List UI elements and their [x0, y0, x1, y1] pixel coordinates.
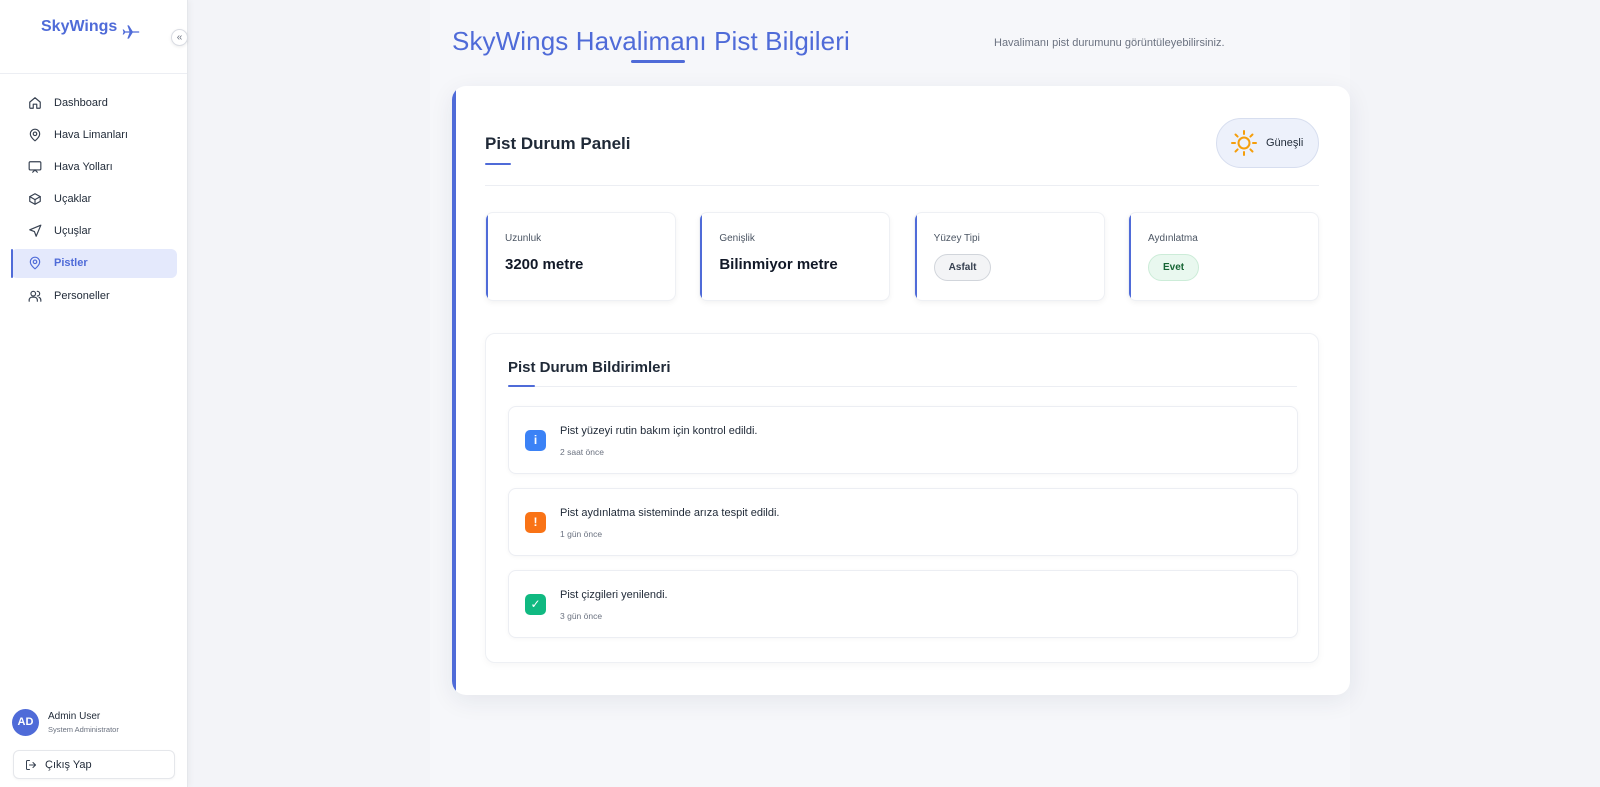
notification-time: 3 gün önce	[560, 611, 603, 621]
stats-row: Uzunluk 3200 metre Genişlik Bilinmiyor m…	[485, 212, 1319, 302]
plane-icon	[122, 25, 140, 39]
notification-text: Pist aydınlatma sisteminde arıza tespit …	[560, 507, 780, 519]
sidebar-item-label: Uçaklar	[54, 193, 92, 206]
collapse-sidebar-button[interactable]: «	[171, 29, 188, 46]
sidebar-item-label: Pistler	[54, 257, 88, 270]
title-underline	[631, 60, 685, 63]
notifications-title: Pist Durum Bildirimleri	[508, 359, 671, 376]
runway-status-card: Pist Durum Paneli Güneşli Uzunluk 3200 m…	[452, 86, 1350, 695]
card-accent-bar	[452, 86, 456, 695]
weather-badge: Güneşli	[1216, 118, 1319, 168]
surface-type-pill: Asfalt	[933, 254, 992, 281]
user-name: Admin User	[48, 711, 101, 722]
divider	[508, 386, 1297, 387]
sidebar-item-hava-limanlari[interactable]: Hava Limanları	[11, 120, 177, 149]
brand: SkyWings «	[0, 0, 188, 74]
sidebar-item-label: Hava Yolları	[54, 160, 113, 173]
notification-item[interactable]: ! Pist aydınlatma sisteminde arıza tespi…	[508, 488, 1298, 556]
page-subtitle: Havalimanı pist durumunu görüntüleyebili…	[994, 37, 1225, 49]
stat-label: Genişlik	[719, 233, 755, 244]
home-icon	[29, 96, 41, 109]
sidebar-item-label: Uçuşlar	[54, 225, 92, 238]
check-icon: ✓	[525, 594, 546, 615]
logout-icon	[26, 759, 36, 770]
monitor-icon	[28, 161, 42, 173]
panel-title-underline	[485, 163, 511, 165]
panel-title: Pist Durum Paneli	[485, 134, 631, 153]
send-icon	[29, 224, 42, 238]
sidebar-item-label: Personeller	[54, 289, 110, 302]
lighting-status-pill: Evet	[1147, 254, 1200, 281]
info-icon: i	[525, 430, 546, 451]
notification-item[interactable]: ✓ Pist çizgileri yenilendi. 3 gün önce	[508, 570, 1298, 638]
stat-value: 3200 metre	[505, 256, 584, 273]
sidebar-item-ucuslar[interactable]: Uçuşlar	[11, 217, 177, 246]
avatar: AD	[12, 709, 39, 736]
sidebar-nav: Dashboard Hava Limanları Hava Yolları Uç…	[11, 88, 177, 313]
sidebar-item-label: Dashboard	[54, 96, 108, 109]
sidebar-item-dashboard[interactable]: Dashboard	[11, 88, 177, 117]
map-pin-icon	[29, 257, 41, 270]
box-icon	[29, 193, 41, 205]
sun-icon	[1231, 130, 1257, 156]
warning-icon: !	[525, 512, 546, 533]
sidebar-item-hava-yollari[interactable]: Hava Yolları	[11, 152, 177, 181]
notification-text: Pist çizgileri yenilendi.	[560, 589, 668, 601]
sidebar-item-pistler[interactable]: Pistler	[11, 248, 177, 278]
divider	[485, 185, 1319, 186]
stat-label: Yüzey Tipi	[933, 233, 980, 244]
brand-logo-text[interactable]: SkyWings	[41, 18, 117, 36]
page-title: SkyWings Havalimanı Pist Bilgileri	[452, 26, 850, 56]
notifications-title-underline	[508, 385, 535, 387]
user-profile[interactable]: AD Admin User System Administrator	[12, 708, 178, 738]
stat-card-lighting: Aydınlatma Evet	[1127, 212, 1319, 301]
notifications-panel: Pist Durum Bildirimleri i Pist yüzeyi ru…	[485, 333, 1319, 663]
stat-label: Aydınlatma	[1147, 233, 1198, 244]
sidebar-item-personeller[interactable]: Personeller	[11, 281, 177, 310]
sidebar: SkyWings « Dashboard Hava Limanları Hava…	[0, 0, 188, 787]
notification-time: 2 saat önce	[560, 447, 604, 457]
stat-label: Uzunluk	[505, 233, 542, 244]
weather-label: Güneşli	[1266, 137, 1304, 149]
logout-button[interactable]: Çıkış Yap	[13, 750, 175, 779]
users-icon	[28, 290, 42, 302]
stat-card-width: Genişlik Bilinmiyor metre	[699, 212, 891, 301]
logout-label: Çıkış Yap	[45, 758, 92, 771]
stat-card-length: Uzunluk 3200 metre	[485, 212, 676, 301]
stat-value: Bilinmiyor metre	[719, 256, 838, 273]
notification-text: Pist yüzeyi rutin bakım için kontrol edi…	[560, 425, 758, 437]
stat-card-surface: Yüzey Tipi Asfalt	[913, 212, 1105, 301]
notification-item[interactable]: i Pist yüzeyi rutin bakım için kontrol e…	[508, 406, 1298, 474]
sidebar-item-ucaklar[interactable]: Uçaklar	[11, 185, 177, 214]
sidebar-item-label: Hava Limanları	[54, 128, 128, 141]
user-role: System Administrator	[48, 725, 119, 734]
notification-time: 1 gün önce	[560, 529, 603, 539]
map-pin-icon	[29, 128, 41, 142]
